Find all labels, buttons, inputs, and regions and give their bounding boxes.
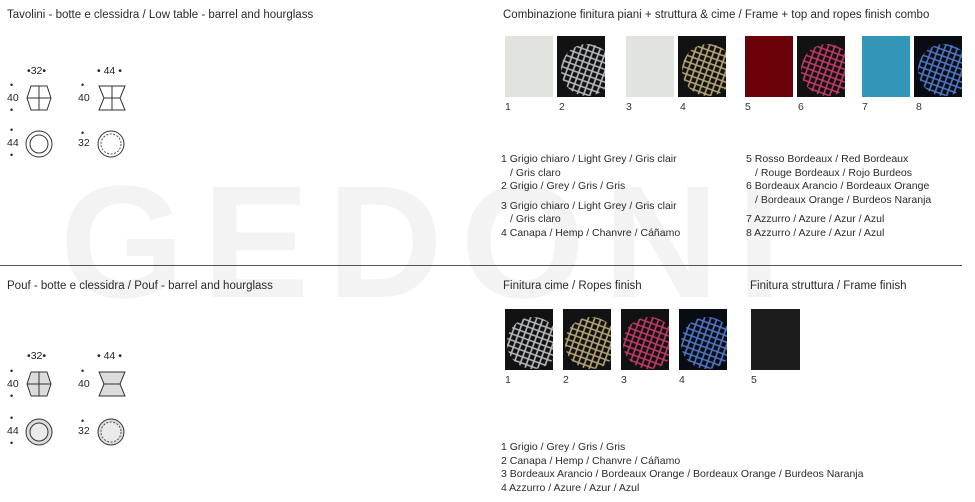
swatch-light-grey	[626, 36, 674, 97]
swatch-rope-grey	[557, 36, 605, 97]
dim-label: • 44 •	[97, 65, 122, 77]
legend-line: / Gris claro	[510, 166, 561, 179]
legend-line: 2 Canapa / Hemp / Chanvre / Cáñamo	[501, 454, 681, 467]
dim-label: 44	[7, 137, 19, 149]
dim-dot: •	[81, 128, 85, 138]
dim-label: 32	[78, 137, 90, 149]
dim-label: 44	[7, 425, 19, 437]
round-top-icon	[25, 130, 53, 158]
swatch-rope-grey	[505, 309, 553, 370]
legend-line: / Gris claro	[510, 213, 561, 225]
swatch-frame-black	[751, 309, 800, 370]
dim-dot: •	[10, 391, 14, 401]
dim-label: •32•	[27, 350, 47, 362]
legend-line: 1 Grigio / Grey / Gris / Gris	[501, 441, 626, 453]
swatch-light-grey	[505, 36, 553, 97]
swatch-number: 5	[745, 101, 751, 113]
dim-dot: •	[81, 366, 85, 376]
tables-title: Tavolini - botte e clessidra / Low table…	[7, 9, 314, 21]
swatch-number: 6	[798, 101, 804, 113]
swatch-number: 4	[680, 101, 686, 113]
legend-line: 6 Bordeaux Arancio / Bordeaux Orange	[746, 180, 930, 192]
dim-dot: •	[81, 416, 85, 426]
frame-title: Finitura struttura / Frame finish	[750, 280, 907, 292]
combo-legend-right: 5 Rosso Bordeaux / Red Bordeaux / Rouge …	[746, 153, 931, 240]
dim-dot: •	[81, 80, 85, 90]
dim-label: 32	[78, 425, 90, 437]
legend-line: 1 Grigio chiaro / Light Grey / Gris clai…	[501, 153, 677, 165]
dim-label: 40	[78, 92, 90, 104]
dim-dot: •	[10, 105, 14, 115]
legend-line: 4 Canapa / Hemp / Chanvre / Cáñamo	[501, 226, 681, 239]
combo-title: Combinazione finitura piani + struttura …	[503, 9, 930, 21]
dim-label: 40	[7, 378, 19, 390]
swatch-number: 5	[751, 374, 757, 386]
section-divider	[0, 265, 962, 266]
swatch-number: 7	[862, 101, 868, 113]
dim-label: 40	[78, 378, 90, 390]
swatch-azure	[862, 36, 910, 97]
dim-dot: •	[10, 150, 14, 160]
pouf-hourglass-side-icon	[98, 371, 126, 397]
swatch-number: 4	[679, 374, 685, 386]
swatch-number: 2	[559, 101, 565, 113]
dim-dot: •	[10, 366, 14, 376]
swatch-number: 1	[505, 101, 511, 113]
pouf-barrel-side-icon	[26, 371, 52, 397]
swatch-number: 8	[916, 101, 922, 113]
swatch-rope-red	[797, 36, 845, 97]
pouf-title: Pouf - botte e clessidra / Pouf - barrel…	[7, 280, 273, 292]
swatch-number: 3	[626, 101, 632, 113]
legend-line: / Bordeaux Orange / Burdeos Naranja	[755, 193, 932, 206]
combo-legend-left: 1 Grigio chiaro / Light Grey / Gris clai…	[501, 153, 680, 240]
watermark-logo: GEDONI	[60, 152, 800, 331]
swatch-rope-red	[621, 309, 669, 370]
swatch-number: 2	[563, 374, 569, 386]
dim-dot: •	[10, 438, 14, 448]
ropes-legend: 1 Grigio / Grey / Gris / Gris 2 Canapa /…	[501, 441, 863, 495]
legend-line: 2 Grigio / Grey / Gris / Gris	[501, 180, 626, 192]
swatch-bordeaux	[745, 36, 793, 97]
dim-dot: •	[10, 80, 14, 90]
swatch-rope-hemp	[563, 309, 611, 370]
legend-line: 5 Rosso Bordeaux / Red Bordeaux	[746, 153, 909, 165]
pouf-round-top-small-icon	[97, 418, 125, 446]
dim-dot: •	[10, 413, 14, 423]
swatch-rope-blue	[914, 36, 962, 97]
legend-line: 3 Bordeaux Arancio / Bordeaux Orange / B…	[501, 468, 864, 480]
swatch-rope-hemp	[678, 36, 726, 97]
round-top-small-icon	[97, 130, 125, 158]
swatch-rope-blue	[679, 309, 727, 370]
dim-dot: •	[10, 125, 14, 135]
dim-label: 40	[7, 92, 19, 104]
ropes-title: Finitura cime / Ropes finish	[503, 280, 642, 292]
dim-label: • 44 •	[97, 350, 122, 362]
swatch-number: 3	[621, 374, 627, 386]
legend-line: 4 Azzurro / Azure / Azur / Azul	[501, 481, 640, 494]
legend-line: / Rouge Bordeaux / Rojo Burdeos	[755, 166, 913, 179]
legend-line: 7 Azzurro / Azure / Azur / Azul	[746, 213, 885, 225]
barrel-side-icon	[26, 85, 52, 111]
hourglass-side-icon	[98, 85, 126, 111]
dim-label: •32•	[27, 65, 47, 77]
pouf-round-top-icon	[25, 418, 53, 446]
legend-line: 3 Grigio chiaro / Light Grey / Gris clai…	[501, 199, 677, 212]
swatch-number: 1	[505, 374, 511, 386]
legend-line: 8 Azzurro / Azure / Azur / Azul	[746, 226, 885, 239]
